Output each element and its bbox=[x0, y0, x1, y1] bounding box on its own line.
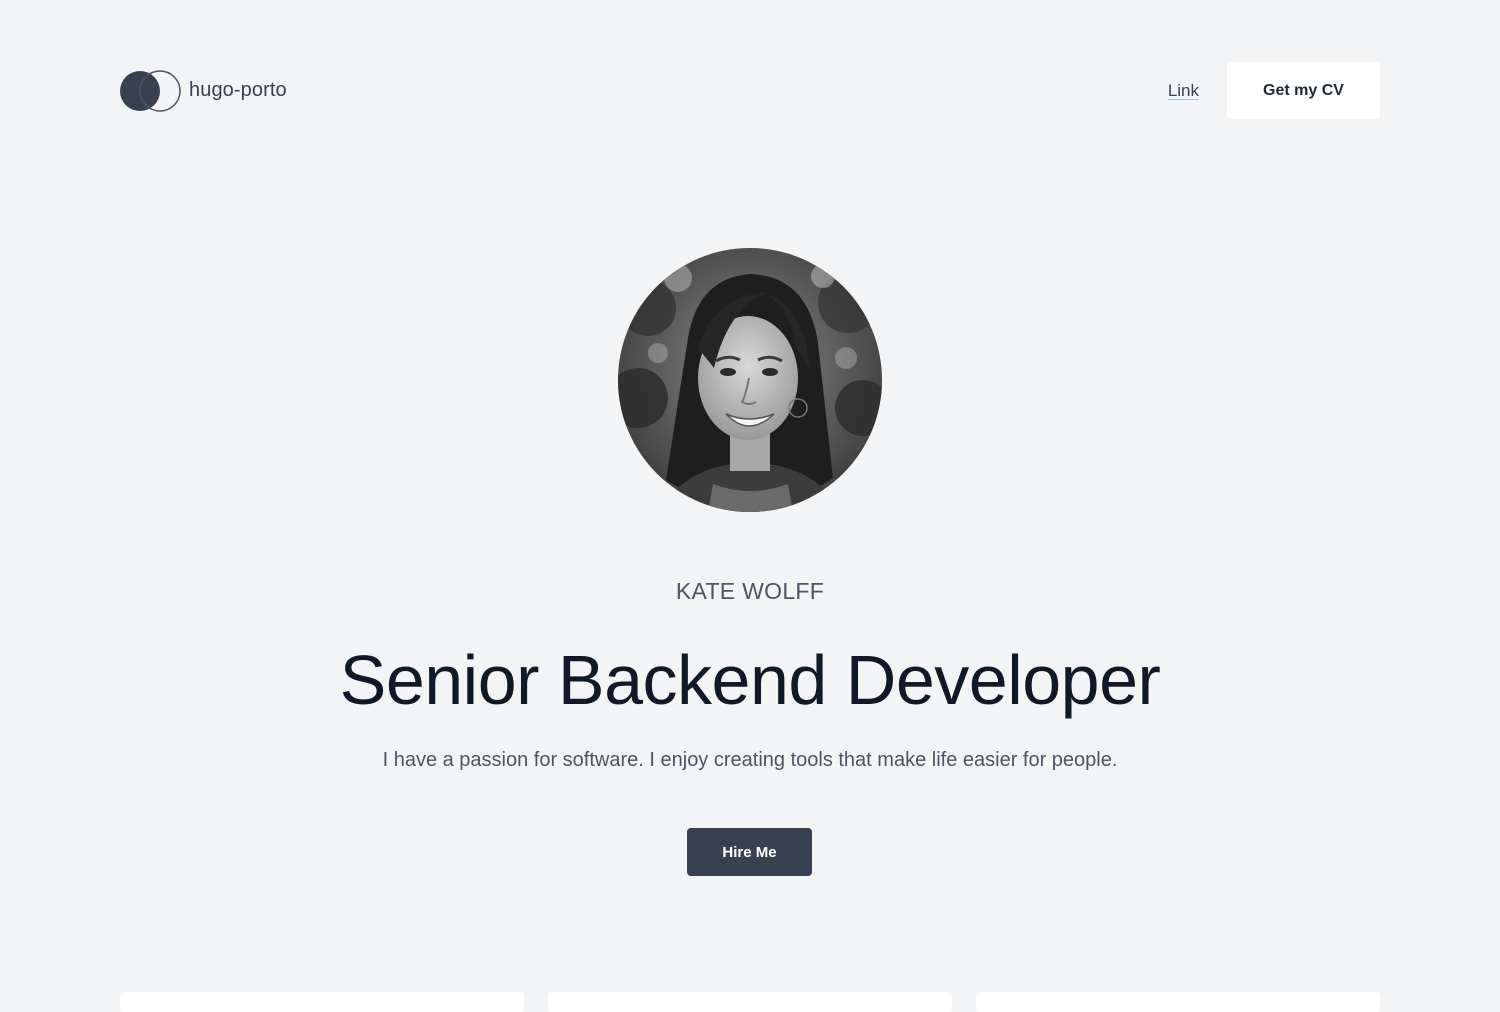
hire-me-button[interactable]: Hire Me bbox=[687, 828, 812, 876]
site-header: hugo-porto Link Get my CV bbox=[120, 62, 1380, 119]
feature-card bbox=[548, 992, 952, 1012]
feature-card bbox=[120, 992, 524, 1012]
brand-logo-icon bbox=[120, 69, 181, 112]
hero-title: Senior Backend Developer bbox=[339, 641, 1161, 719]
hero-name: KATE WOLFF bbox=[675, 578, 825, 604]
main-nav: Link Get my CV bbox=[1168, 62, 1380, 119]
nav-link[interactable]: Link bbox=[1168, 81, 1199, 101]
profile-photo bbox=[618, 248, 882, 512]
brand-home-link[interactable]: hugo-porto bbox=[120, 69, 287, 112]
profile-photo-image bbox=[618, 248, 882, 512]
get-cv-button[interactable]: Get my CV bbox=[1227, 62, 1380, 119]
feature-card bbox=[976, 992, 1380, 1012]
hero-tagline: I have a passion for software. I enjoy c… bbox=[382, 749, 1118, 771]
brand-name: hugo-porto bbox=[189, 79, 287, 101]
